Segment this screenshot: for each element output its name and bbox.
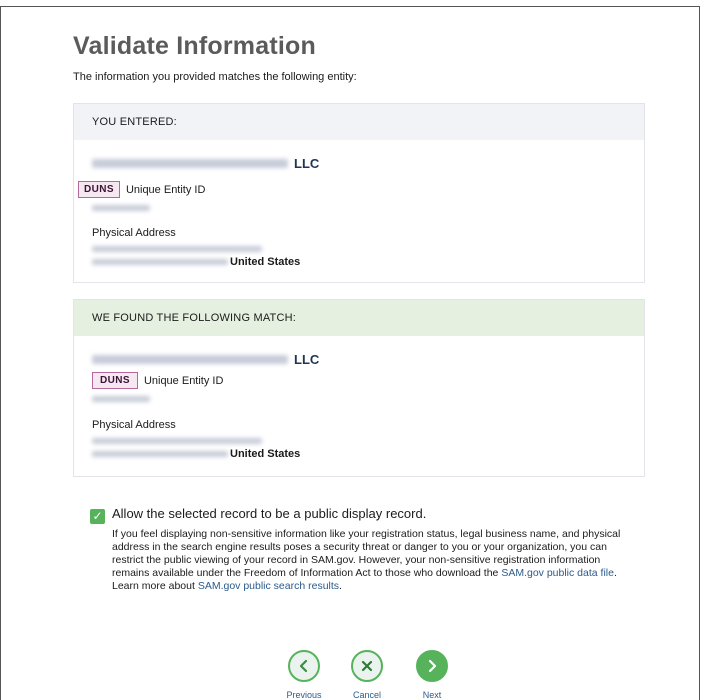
entered-id-row: DUNS Unique Entity ID <box>78 181 205 198</box>
consent-body-3: . <box>339 580 342 592</box>
entered-entity-name: LLC <box>92 156 319 171</box>
previous-label: Previous <box>286 690 322 700</box>
public-search-results-link[interactable]: SAM.gov public search results <box>198 580 339 592</box>
entered-card: YOU ENTERED: LLC DUNS Unique Entity ID P… <box>73 103 645 283</box>
redacted-address-line1 <box>92 438 262 444</box>
intro-text: The information you provided matches the… <box>73 71 357 83</box>
close-icon <box>351 650 383 682</box>
redacted-entity-name <box>92 355 288 364</box>
found-entity-suffix: LLC <box>294 352 320 367</box>
unique-entity-id-label: Unique Entity ID <box>125 183 206 196</box>
redacted-entity-name <box>92 159 288 168</box>
redacted-entity-id <box>92 396 150 402</box>
found-address-line2: United States <box>92 448 300 460</box>
chevron-left-icon <box>288 650 320 682</box>
redacted-address-line1 <box>92 246 262 252</box>
entered-entity-suffix: LLC <box>294 156 320 171</box>
public-display-label[interactable]: Allow the selected record to be a public… <box>112 506 512 521</box>
physical-address-label: Physical Address <box>92 419 176 431</box>
public-data-file-link[interactable]: SAM.gov public data file <box>501 567 614 579</box>
entered-card-heading: YOU ENTERED: <box>74 104 644 140</box>
unique-entity-id-label: Unique Entity ID <box>143 374 224 387</box>
previous-button[interactable]: Previous <box>274 650 334 700</box>
found-card-heading: WE FOUND THE FOLLOWING MATCH: <box>74 300 644 336</box>
checkmark-icon: ✓ <box>92 509 103 523</box>
next-label: Next <box>422 690 442 700</box>
found-entity-name: LLC <box>92 352 319 367</box>
redacted-address-line2 <box>92 451 228 457</box>
entered-address-line2: United States <box>92 256 300 268</box>
public-display-checkbox[interactable]: ✓ <box>90 509 105 524</box>
found-card: WE FOUND THE FOLLOWING MATCH: LLC DUNS U… <box>73 299 645 477</box>
next-button[interactable]: Next <box>402 650 462 700</box>
public-display-explanation: If you feel displaying non-sensitive inf… <box>112 528 624 593</box>
physical-address-label: Physical Address <box>92 227 176 239</box>
entered-country: United States <box>230 256 301 268</box>
dialog-frame: Validate Information The information you… <box>0 6 700 700</box>
found-country: United States <box>230 448 301 460</box>
cancel-button[interactable]: Cancel <box>337 650 397 700</box>
duns-badge: DUNS <box>78 181 120 198</box>
cancel-label: Cancel <box>352 690 381 700</box>
chevron-right-icon <box>416 650 448 682</box>
found-id-row: DUNS Unique Entity ID <box>92 372 223 389</box>
page-title: Validate Information <box>73 32 316 60</box>
duns-badge: DUNS <box>92 372 138 389</box>
redacted-entity-id <box>92 205 150 211</box>
redacted-address-line2 <box>92 259 228 265</box>
